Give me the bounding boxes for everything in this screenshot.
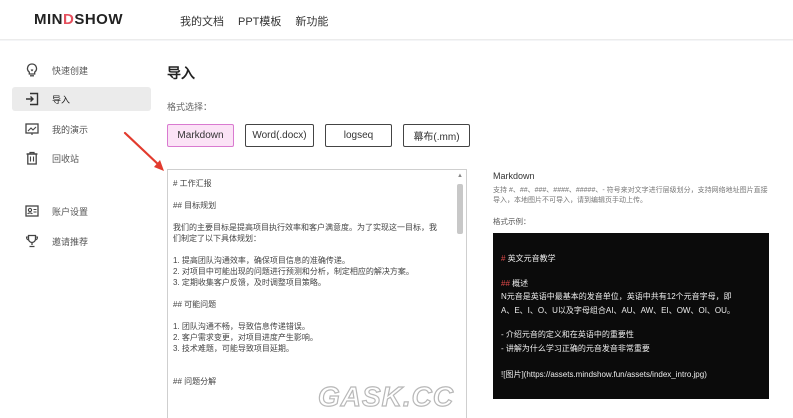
editor-line: 我们的主要目标是提高项目执行效率和客户满意度。为了实现这一目标，我	[173, 223, 437, 232]
import-icon	[24, 91, 40, 107]
format-button-logseq[interactable]: logseq	[325, 124, 392, 147]
lightbulb-icon	[24, 62, 40, 78]
account-icon	[24, 203, 40, 219]
sidebar-item-quick-create[interactable]: 快速创建	[12, 58, 151, 82]
sidebar-item-label: 我的演示	[52, 124, 89, 135]
editor-line: 3. 技术难题，可能导致项目延期。	[173, 344, 294, 353]
editor-line: 3. 定期收集客户反馈，及时调整项目策略。	[173, 278, 326, 287]
editor-content: # 工作汇报 ## 目标规划我们的主要目标是提高项目执行效率和客户满意度。为了实现…	[173, 178, 451, 387]
editor-line: 2. 客户需求变更，对项目进度产生影响。	[173, 333, 318, 342]
sidebar-item-trash[interactable]: 回收站	[12, 146, 151, 170]
example-heading-2: ## 概述	[501, 279, 529, 288]
example-heading-1: # 英文元音教学	[501, 254, 556, 263]
presentation-icon	[24, 121, 40, 137]
sidebar-item-account-settings[interactable]: 账户设置	[12, 199, 151, 223]
page-title: 导入	[167, 65, 195, 81]
format-label: 格式选择：	[167, 102, 213, 112]
sidebar: 快速创建 导入 我的演示 回收站 账户设置 邀请推荐	[0, 41, 158, 418]
editor-line: ## 目标规划	[173, 201, 217, 210]
app-logo[interactable]: MINDSHOW	[34, 11, 123, 28]
top-bar: MINDSHOW 我的文档 PPT模板 新功能	[0, 0, 793, 40]
preview-format-title: Markdown	[493, 171, 535, 181]
editor-line: 2. 对项目中可能出现的问题进行预测和分析，制定相应的解决方案。	[173, 267, 414, 276]
example-paragraph-line-1: N元音是英语中最基本的发音单位，英语中共有12个元音字母，即	[501, 292, 732, 301]
nav-my-documents[interactable]: 我的文档	[180, 13, 224, 29]
editor-line: # 工作汇报	[173, 179, 212, 188]
editor-line: 们制定了以下具体规划：	[173, 234, 261, 243]
example-bullet-2: - 讲解为什么学习正确的元音发音非常重要	[501, 344, 650, 353]
example-bullet-1: - 介绍元音的定义和在英语中的重要性	[501, 330, 634, 339]
scroll-thumb[interactable]	[457, 184, 463, 234]
trash-icon	[24, 150, 40, 166]
sidebar-item-label: 邀请推荐	[52, 236, 89, 247]
format-button-word[interactable]: Word(.docx)	[245, 124, 314, 147]
format-button-markdown[interactable]: Markdown	[167, 124, 234, 147]
sidebar-item-label: 回收站	[52, 153, 80, 164]
sidebar-item-import[interactable]: 导入	[12, 87, 151, 111]
sidebar-item-label: 账户设置	[52, 206, 89, 217]
watermark: GASK.CC	[317, 380, 455, 412]
trophy-icon	[24, 233, 40, 249]
editor-scrollbar[interactable]: ▲	[456, 172, 464, 417]
example-image-link: ![图片](https://assets.mindshow.fun/assets…	[501, 370, 707, 379]
preview-format-description: 支持 #、##、###、####、#####、- 符号来对文字进行层级划分，支持…	[493, 187, 768, 204]
sidebar-item-my-presentations[interactable]: 我的演示	[12, 117, 151, 141]
format-example-box: # 英文元音教学 ## 概述 N元音是英语中最基本的发音单位，英语中共有12个元…	[493, 233, 769, 399]
sidebar-item-invite[interactable]: 邀请推荐	[12, 229, 151, 253]
editor-line: 1. 团队沟通不畅，导致信息传递错误。	[173, 322, 310, 331]
format-selector: Markdown Word(.docx) logseq 幕布(.mm)	[167, 124, 470, 147]
sidebar-item-label: 导入	[52, 94, 71, 105]
editor-line: 1. 提高团队沟通效率，确保项目信息的准确传递。	[173, 256, 350, 265]
top-nav: 我的文档 PPT模板 新功能	[180, 13, 328, 29]
main-panel: 导入 格式选择： Markdown Word(.docx) logseq 幕布(…	[158, 41, 793, 418]
sidebar-item-label: 快速创建	[52, 65, 89, 76]
nav-new-features[interactable]: 新功能	[295, 13, 328, 29]
editor-line: ## 可能问题	[173, 300, 217, 309]
example-paragraph-line-2: A、E、I、O、U以及字母组合AI、AU、AW、EI、OW、OI、OU。	[501, 306, 735, 315]
format-button-mubu[interactable]: 幕布(.mm)	[403, 124, 470, 147]
nav-ppt-templates[interactable]: PPT模板	[238, 13, 281, 29]
scroll-up-icon[interactable]: ▲	[456, 172, 464, 180]
example-label: 格式示例：	[493, 217, 531, 226]
